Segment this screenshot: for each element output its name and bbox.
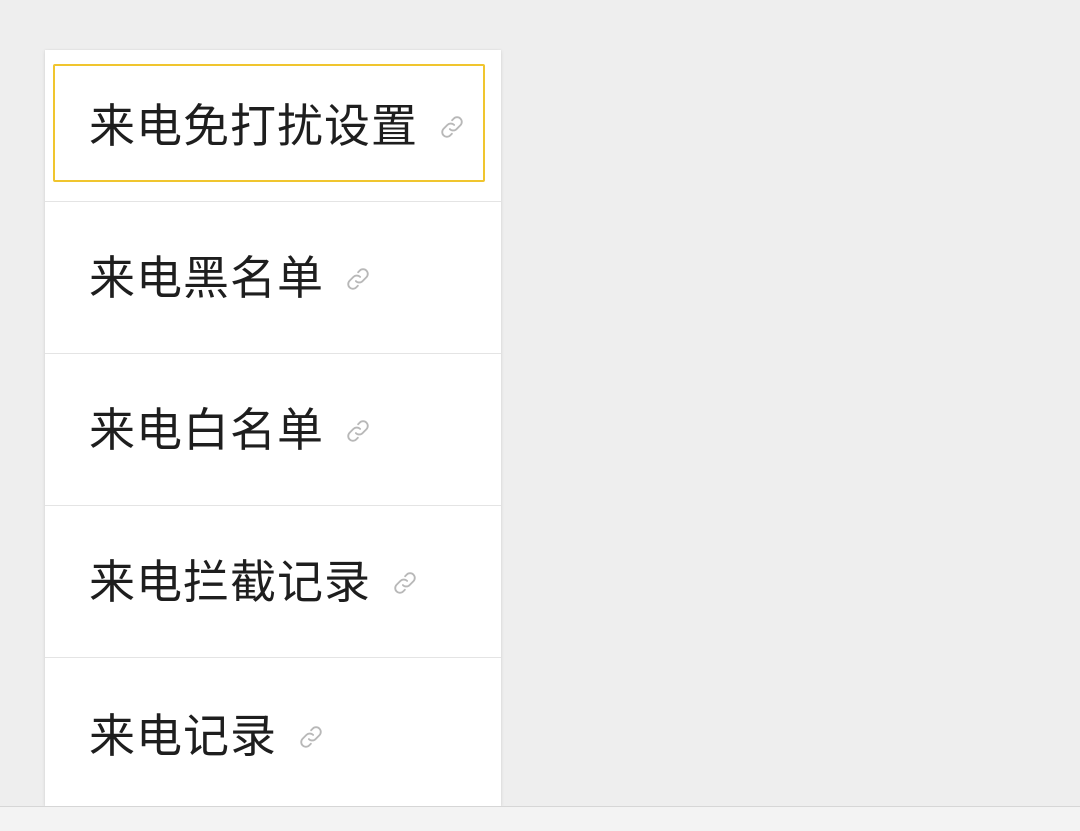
menu-item-content: 来电免打扰设置 [89,50,466,202]
menu-item-whitelist[interactable]: 来电白名单 [45,354,501,506]
menu-item-block-log[interactable]: 来电拦截记录 [45,506,501,658]
menu-item-label: 来电拦截记录 [89,555,371,609]
link-icon [300,726,322,748]
menu-item-content: 来电黑名单 [89,202,372,354]
menu-item-label: 来电记录 [89,709,277,763]
link-icon [347,268,369,290]
menu-item-content: 来电拦截记录 [89,506,419,658]
link-icon [347,420,369,442]
link-icon [394,572,416,594]
link-icon [441,116,463,138]
menu-item-dnd-settings[interactable]: 来电免打扰设置 [45,50,501,202]
menu-item-blacklist[interactable]: 来电黑名单 [45,202,501,354]
menu-item-call-log[interactable]: 来电记录 [45,658,501,806]
menu-item-content: 来电记录 [89,658,325,814]
menu-item-label: 来电白名单 [89,403,324,457]
menu-item-label: 来电黑名单 [89,251,324,305]
bottom-bar [0,806,1080,831]
menu-item-content: 来电白名单 [89,354,372,506]
dropdown-menu: 来电免打扰设置 来电黑名单 来电白名单 来电拦截记录 来电记录 [45,50,501,806]
menu-item-label: 来电免打扰设置 [89,99,418,153]
